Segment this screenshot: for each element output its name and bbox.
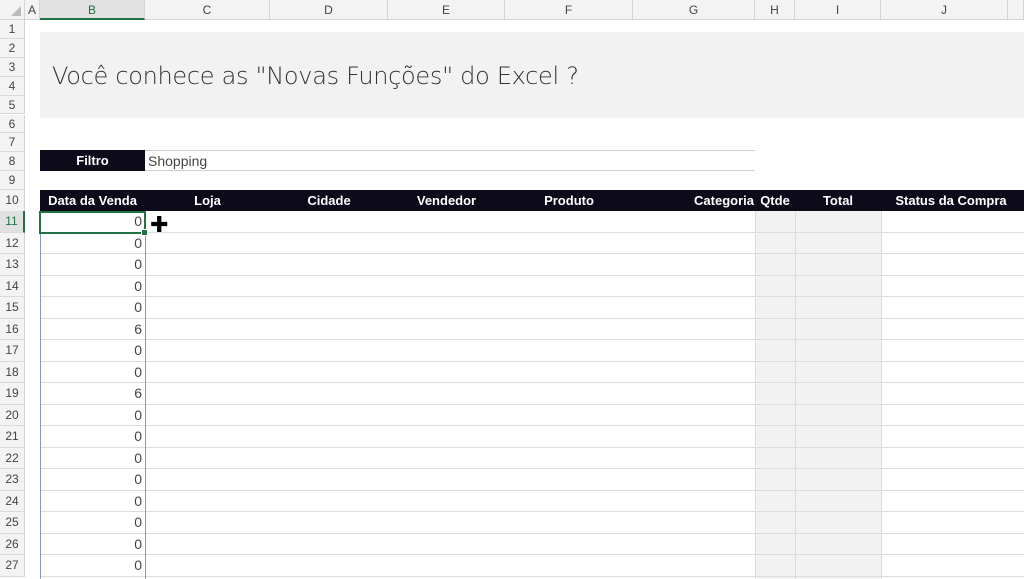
table-header-total[interactable]: Total (795, 190, 881, 211)
row-header-4[interactable]: 4 (0, 76, 25, 96)
select-all-button[interactable] (0, 0, 25, 20)
row-header-24[interactable]: 24 (0, 490, 25, 512)
row-header-8[interactable]: 8 (0, 152, 25, 172)
row-header-15[interactable]: 15 (0, 297, 25, 319)
data-da-venda-cell[interactable]: 0 (40, 254, 145, 276)
column-header-k[interactable] (1008, 0, 1024, 20)
column-header-j[interactable]: J (881, 0, 1008, 20)
data-da-venda-cell[interactable]: 6 (40, 319, 145, 341)
row-gridline (40, 532, 1024, 534)
row-header-3[interactable]: 3 (0, 57, 25, 77)
row-header-16[interactable]: 16 (0, 318, 25, 340)
data-da-venda-cell[interactable]: 0 (40, 426, 145, 448)
row-gridline (40, 339, 1024, 340)
column-header-d[interactable]: D (270, 0, 388, 20)
data-da-venda-cell[interactable]: 0 (40, 340, 145, 362)
row-header-14[interactable]: 14 (0, 275, 25, 297)
column-header-a[interactable]: A (25, 0, 40, 20)
row-gridline (40, 253, 1024, 254)
table-header-qtde[interactable]: Qtde (755, 190, 795, 211)
data-da-venda-cell[interactable]: 0 (40, 448, 145, 470)
column-header-e[interactable]: E (388, 0, 505, 20)
row-gridline (40, 360, 1024, 362)
row-header-22[interactable]: 22 (0, 447, 25, 469)
row-gridline (40, 317, 1024, 319)
data-da-venda-cell[interactable]: 0 (40, 362, 145, 384)
column-header-h[interactable]: H (755, 0, 795, 20)
data-da-venda-cell[interactable]: 6 (40, 383, 145, 405)
column-gridline (881, 211, 882, 579)
row-gridline (40, 511, 1024, 512)
data-da-venda-cell[interactable]: 0 (40, 276, 145, 298)
filter-label: Filtro (40, 150, 145, 171)
page-title: Você conhece as "Novas Funções" do Excel… (52, 62, 579, 90)
row-header-13[interactable]: 13 (0, 254, 25, 276)
table-header-vendedor[interactable]: Vendedor (388, 190, 505, 211)
filter-value-cell[interactable]: Shopping (145, 150, 755, 171)
column-header-g[interactable]: G (633, 0, 755, 20)
row-header-25[interactable]: 25 (0, 512, 25, 534)
data-da-venda-cell[interactable]: 0 (40, 297, 145, 319)
column-gridline (755, 211, 756, 579)
row-gridline (40, 274, 1024, 276)
table-header-produto[interactable]: Produto (505, 190, 633, 211)
row-header-27[interactable]: 27 (0, 555, 25, 577)
row-gridline (40, 425, 1024, 426)
row-header-20[interactable]: 20 (0, 404, 25, 426)
row-header-6[interactable]: 6 (0, 114, 25, 134)
row-header-1[interactable]: 1 (0, 20, 25, 39)
row-header-2[interactable]: 2 (0, 38, 25, 58)
row-header-7[interactable]: 7 (0, 133, 25, 153)
qtde-column-band (755, 211, 795, 579)
table-header-loja[interactable]: Loja (145, 190, 270, 211)
row-header-23[interactable]: 23 (0, 469, 25, 491)
row-header-11[interactable]: 11 (0, 211, 25, 233)
table-header-data-da-venda[interactable]: Data da Venda (40, 190, 145, 211)
row-header-5[interactable]: 5 (0, 95, 25, 115)
column-header-b[interactable]: B (40, 0, 145, 20)
row-gridline (40, 382, 1024, 383)
row-header-19[interactable]: 19 (0, 383, 25, 405)
data-da-venda-cell[interactable]: 0 (40, 233, 145, 255)
data-da-venda-cell[interactable]: 0 (40, 512, 145, 534)
row-gridline (40, 489, 1024, 491)
row-gridline (40, 468, 1024, 469)
title-banner: Você conhece as "Novas Funções" do Excel… (40, 32, 1024, 118)
row-header-9[interactable]: 9 (0, 171, 25, 191)
column-header-f[interactable]: F (505, 0, 633, 20)
table-header-cidade[interactable]: Cidade (270, 190, 388, 211)
active-cell-selection[interactable] (39, 211, 148, 236)
column-gridline (795, 211, 796, 579)
data-da-venda-cell[interactable]: 0 (40, 555, 145, 577)
data-da-venda-cell[interactable]: 0 (40, 534, 145, 556)
b-border-r (145, 211, 146, 579)
data-da-venda-cell[interactable]: 0 (40, 405, 145, 427)
row-gridline (40, 575, 1024, 577)
column-header-c[interactable]: C (145, 0, 270, 20)
data-da-venda-cell[interactable]: 0 (40, 469, 145, 491)
row-gridline (40, 231, 1024, 233)
row-gridline (40, 403, 1024, 405)
total-column-band (795, 211, 881, 579)
row-header-21[interactable]: 21 (0, 426, 25, 448)
row-header-12[interactable]: 12 (0, 232, 25, 254)
data-da-venda-cell[interactable]: 0 (40, 491, 145, 513)
table-header-status-da-compra[interactable]: Status da Compra (881, 190, 1021, 211)
row-header-18[interactable]: 18 (0, 361, 25, 383)
column-header-i[interactable]: I (795, 0, 881, 20)
row-gridline (40, 296, 1024, 297)
row-header-10[interactable]: 10 (0, 190, 25, 212)
row-header-26[interactable]: 26 (0, 533, 25, 555)
table-header: Data da Venda Loja Cidade Vendedor Produto Ca… (40, 190, 1024, 211)
row-gridline (40, 554, 1024, 555)
row-gridline (40, 446, 1024, 448)
cell-cursor-icon: ✚ (150, 212, 169, 237)
row-header-17[interactable]: 17 (0, 340, 25, 362)
